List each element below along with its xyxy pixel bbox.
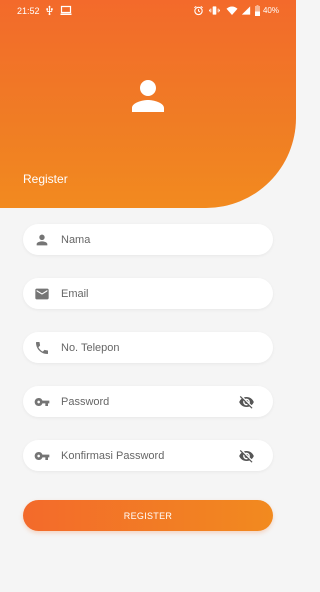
phone-icon [36,342,48,354]
person-icon [132,80,164,112]
battery-percent: 40% [262,6,279,15]
alarm-icon [194,5,203,16]
battery-icon [255,5,260,16]
vibrate-icon [209,6,220,15]
visibility-off-icon[interactable] [238,394,255,410]
usb-icon [46,5,53,16]
confirm-password-input[interactable] [61,440,231,471]
wifi-icon [226,6,238,15]
phone-field[interactable] [23,332,273,363]
name-field[interactable] [23,224,273,255]
visibility-off-icon[interactable] [238,448,255,464]
email-input[interactable] [61,278,231,309]
screen-icon [60,5,72,15]
register-button[interactable]: REGISTER [23,500,273,531]
key-icon [34,398,50,406]
page-title: Register [23,172,68,186]
status-time: 21:52 [17,6,40,16]
person-icon [36,234,48,246]
signal-icon [241,6,251,15]
phone-input[interactable] [61,332,231,363]
password-field[interactable] [23,386,273,417]
confirm-password-field[interactable] [23,440,273,471]
header-banner: 21:52 40% Register [0,0,296,208]
name-input[interactable] [61,224,231,255]
email-icon [35,288,49,300]
password-input[interactable] [61,386,231,417]
status-bar: 21:52 40% [0,0,296,20]
email-field[interactable] [23,278,273,309]
key-icon [34,452,50,460]
